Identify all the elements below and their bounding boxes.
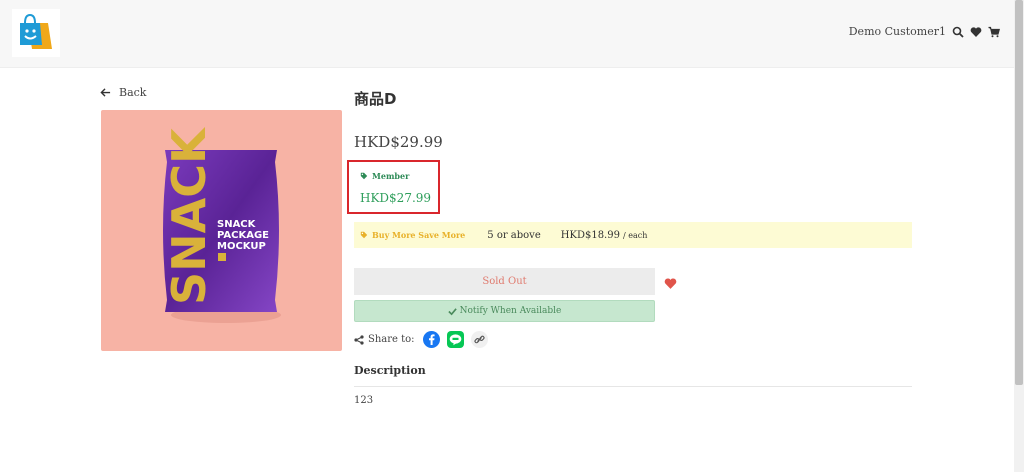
check-icon [447,307,457,315]
description-divider [354,386,912,387]
back-link[interactable]: Back [100,86,146,99]
cart-icon[interactable] [988,26,1000,38]
share-label: Share to: [368,334,415,345]
site-header: Demo Customer1 [0,0,1014,68]
bulk-quantity: 5 or above [487,229,541,241]
bag-line-1: SNACK [217,219,257,230]
product-price: HKD$29.99 [354,133,443,151]
member-price: HKD$27.99 [360,191,432,205]
share-icon [354,334,364,345]
tag-icon [360,172,368,180]
bulk-label: Buy More Save More [360,230,465,240]
bulk-price-value: HKD$18.99 [560,229,620,241]
share-row: Share to: [354,331,488,348]
bulk-discount-bar: Buy More Save More 5 or above HKD$18.99/… [354,222,912,248]
member-label-text: Member [372,171,410,181]
user-name[interactable]: Demo Customer1 [849,25,946,38]
user-area: Demo Customer1 [849,25,1000,38]
wishlist-heart-icon[interactable] [664,275,677,289]
link-icon[interactable] [470,331,488,348]
page-scrollbar[interactable] [1014,0,1024,472]
facebook-icon[interactable] [422,331,440,348]
tag-icon [360,231,368,239]
bag-line-3: MOCKUP [217,241,266,252]
bulk-unit: / each [622,230,648,240]
shopping-bag-logo-icon [20,13,52,49]
description-title: Description [354,364,426,377]
bag-brand-text: SNACK [162,126,216,305]
product-image: SNACK SNACK PACKAGE MOCKUP [101,110,342,351]
heart-icon[interactable] [970,26,982,38]
member-price-highlight [347,160,440,214]
search-icon[interactable] [952,26,964,38]
line-icon[interactable] [446,331,464,348]
sold-out-button[interactable]: Sold Out [354,268,655,295]
member-label: Member [360,171,409,181]
description-text: 123 [354,395,374,406]
product-title: 商品D [354,90,397,108]
back-label: Back [119,86,147,99]
bag-line-2: PACKAGE [217,230,269,241]
notify-when-available-button[interactable]: Notify When Available [354,300,655,322]
notify-label: Notify When Available [459,306,562,316]
store-logo[interactable] [12,9,60,57]
bulk-label-text: Buy More Save More [372,230,466,240]
arrow-left-icon [100,88,111,97]
scrollbar-thumb[interactable] [1015,0,1023,385]
bulk-price: HKD$18.99/ each [561,230,648,241]
